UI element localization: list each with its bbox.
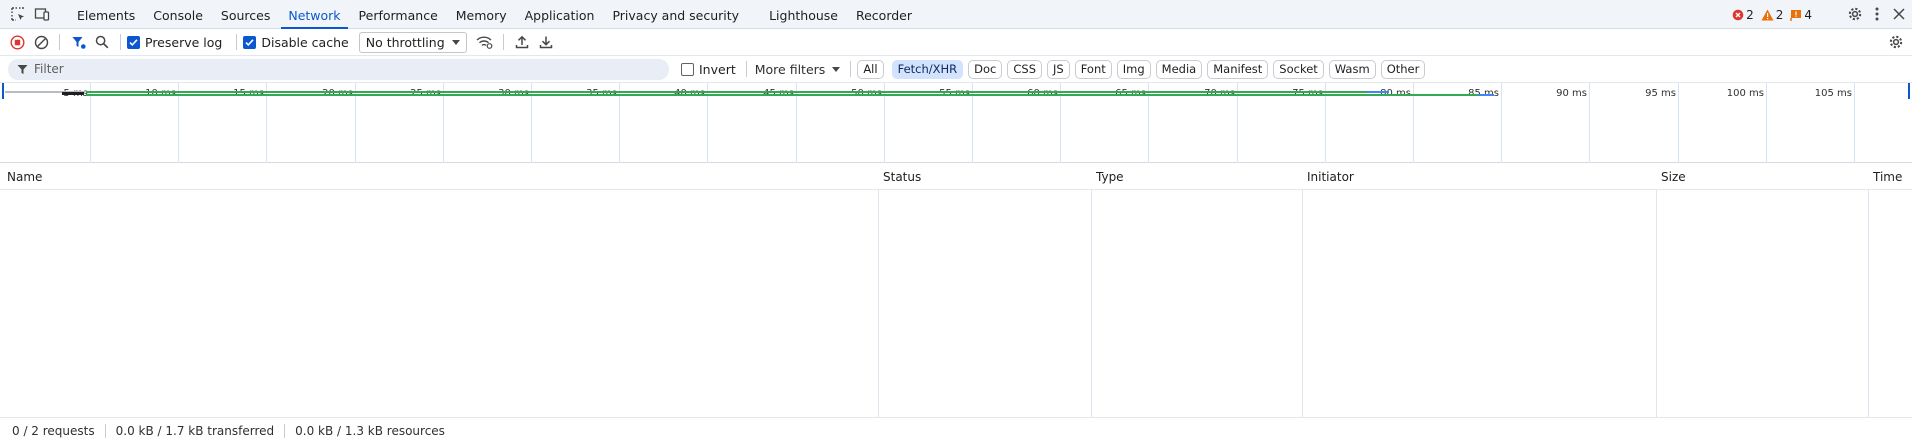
settings-gear-icon[interactable] [1843, 2, 1867, 26]
overview-request-bar [86, 91, 1371, 93]
column-header-type[interactable]: Type [1091, 164, 1124, 190]
more-options-icon[interactable] [1865, 2, 1889, 26]
network-conditions-icon[interactable] [473, 30, 497, 54]
filter-chip-fetch-xhr[interactable]: Fetch/XHR [891, 59, 964, 79]
resources-size: 0.0 kB / 1.3 kB resources [295, 423, 445, 438]
toolbar-divider [236, 34, 238, 50]
preserve-log-checkbox[interactable]: Preserve log [127, 35, 222, 50]
column-header-initiator[interactable]: Initiator [1302, 164, 1354, 190]
filter-chip-other[interactable]: Other [1380, 59, 1426, 79]
column-divider [1302, 164, 1303, 417]
requests-count: 0 / 2 requests [12, 423, 106, 438]
invert-checkbox[interactable]: Invert [681, 62, 736, 77]
column-divider [1091, 164, 1092, 417]
tab-lighthouse[interactable]: Lighthouse [760, 0, 847, 29]
issue-flag-icon [1790, 9, 1802, 21]
overview-request-bar [1478, 94, 1494, 96]
column-divider [1656, 164, 1657, 417]
filter-chip-js[interactable]: JS [1047, 59, 1070, 79]
filter-chip-img[interactable]: Img [1116, 59, 1151, 79]
overview-tick-label: 105 ms [1814, 88, 1852, 99]
tab-recorder[interactable]: Recorder [847, 0, 921, 29]
tab-performance[interactable]: Performance [350, 0, 447, 29]
filter-chip-socket[interactable]: Socket [1273, 59, 1324, 79]
overview-tick-label: 90 ms [1556, 88, 1587, 99]
overview-gridline [1766, 83, 1767, 163]
dropdown-arrow-icon [832, 66, 841, 72]
search-icon[interactable] [90, 30, 114, 54]
clear-icon[interactable] [29, 30, 53, 54]
tab-sources[interactable]: Sources [212, 0, 279, 29]
throttling-select[interactable]: No throttling [358, 31, 467, 53]
filter-funnel-icon[interactable] [66, 30, 90, 54]
table-header: Name Status Type Initiator Size Time [0, 164, 1912, 190]
overview-left-handle[interactable] [2, 83, 4, 99]
column-header-name[interactable]: Name [2, 164, 42, 190]
column-header-size[interactable]: Size [1656, 164, 1686, 190]
more-filters-dropdown[interactable]: More filters [755, 62, 841, 77]
warning-icon [1761, 9, 1774, 20]
overview-request-bar [1367, 91, 1389, 93]
toolbar-divider [59, 34, 60, 50]
filter-chip-media[interactable]: Media [1155, 59, 1203, 79]
overview-right-handle[interactable] [1908, 83, 1910, 99]
tab-console[interactable]: Console [144, 0, 212, 29]
overview-tick-label: 100 ms [1726, 88, 1764, 99]
tab-network[interactable]: Network [279, 0, 349, 29]
overview-gridline [1854, 83, 1855, 163]
request-table: Name Status Type Initiator Size Time [0, 164, 1912, 417]
network-toolbar: Preserve log Disable cache No throttling [0, 29, 1912, 56]
issue-badges[interactable]: 2 2 4 [1732, 0, 1812, 29]
close-devtools-icon[interactable] [1887, 2, 1911, 26]
tab-privacy-and-security[interactable]: Privacy and security [603, 0, 748, 29]
filter-chip-css[interactable]: CSS [1007, 59, 1043, 79]
filter-chip-wasm[interactable]: Wasm [1328, 59, 1376, 79]
filter-input[interactable]: Filter [8, 58, 669, 80]
checkbox-checked-icon[interactable] [127, 35, 140, 49]
filter-chip-manifest[interactable]: Manifest [1207, 59, 1269, 79]
overview-request-bar [86, 94, 1493, 96]
filter-chip-all[interactable]: All [857, 59, 884, 79]
column-divider [1868, 164, 1869, 417]
transferred-size: 0.0 kB / 1.7 kB transferred [116, 423, 286, 438]
tab-application[interactable]: Application [516, 0, 604, 29]
overview-gridline [1678, 83, 1679, 163]
issues-count[interactable]: 4 [1790, 8, 1812, 22]
column-divider [878, 164, 879, 417]
toolbar-divider [120, 34, 121, 50]
column-header-status[interactable]: Status [878, 164, 921, 190]
column-header-time[interactable]: Time [1868, 164, 1902, 190]
filter-chip-doc[interactable]: Doc [968, 59, 1003, 79]
checkbox-checked-icon[interactable] [243, 35, 257, 49]
network-settings-icon[interactable] [1884, 30, 1908, 54]
devtools-tab-bar: Elements Console Sources Network Performance… [0, 0, 1912, 29]
error-icon [1732, 9, 1744, 20]
warning-count[interactable]: 2 [1761, 8, 1783, 22]
device-toolbar-icon[interactable] [30, 2, 54, 26]
toolbar-divider [745, 61, 747, 77]
overview-tick-label: 95 ms [1645, 88, 1676, 99]
filter-chip-font[interactable]: Font [1074, 59, 1112, 79]
filter-icon [17, 64, 28, 74]
filter-bar: Filter Invert More filters All Fetch/XHR D… [0, 56, 1912, 83]
inspect-element-icon[interactable] [6, 2, 30, 26]
tab-elements[interactable]: Elements [68, 0, 144, 29]
import-har-icon[interactable] [510, 30, 534, 54]
toolbar-divider [502, 34, 504, 50]
toolbar-divider [850, 61, 852, 77]
error-count[interactable]: 2 [1732, 8, 1754, 22]
export-har-icon[interactable] [534, 30, 558, 54]
network-overview-timeline[interactable]: 5 ms10 ms15 ms20 ms25 ms30 ms35 ms40 ms4… [0, 83, 1912, 163]
checkbox-unchecked-icon[interactable] [681, 62, 694, 76]
status-bar: 0 / 2 requests 0.0 kB / 1.7 kB transferr… [0, 417, 1912, 443]
record-stop-icon[interactable] [5, 30, 29, 54]
disable-cache-checkbox[interactable]: Disable cache [243, 35, 349, 50]
overview-request-bar [62, 92, 84, 95]
overview-gridline [1501, 83, 1502, 163]
dropdown-arrow-icon [451, 39, 460, 45]
overview-gridline [1589, 83, 1590, 163]
tab-memory[interactable]: Memory [447, 0, 516, 29]
